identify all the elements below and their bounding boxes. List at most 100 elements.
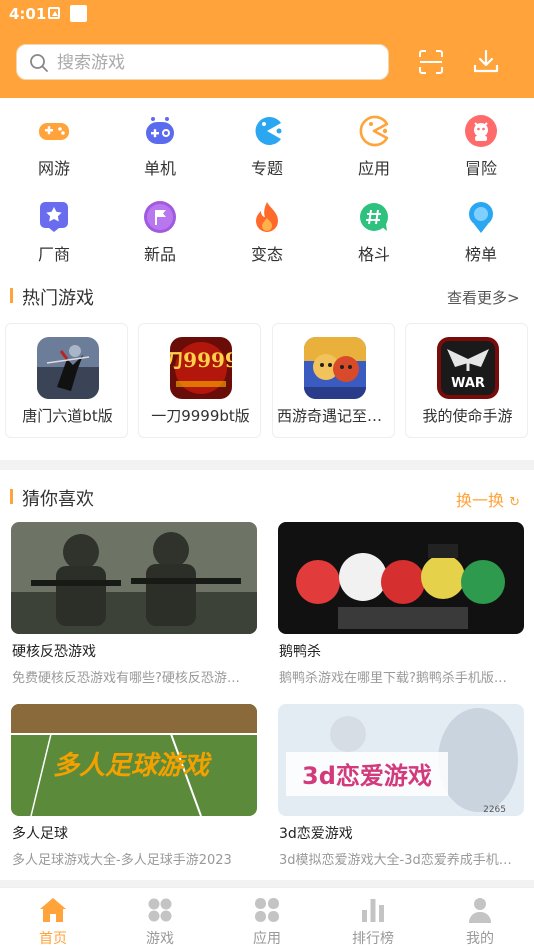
view-more-link[interactable]: 查看更多> — [447, 287, 520, 308]
flag-icon — [144, 201, 176, 233]
recommend-title: 多人足球 — [12, 826, 68, 842]
category-fighting[interactable]: 格斗 — [333, 200, 413, 276]
section-title-text: 热门游戏 — [22, 288, 94, 309]
pacman-outline-icon — [359, 115, 389, 147]
apps-grid-icon — [255, 898, 279, 922]
game-icon — [37, 337, 99, 399]
nav-games[interactable]: 游戏 — [107, 888, 213, 949]
nav-label: 游戏 — [146, 931, 174, 947]
category-standalone[interactable]: 单机 — [119, 114, 199, 190]
recommend-card[interactable]: 硬核反恐游戏 免费硬核反恐游戏有哪些?硬核反恐游戏大全 — [11, 522, 257, 687]
game-name: 我的使命手游 — [422, 407, 513, 425]
character-icon — [465, 115, 497, 147]
section-title-text: 猜你喜欢 — [22, 489, 94, 510]
game-icon: 刀9999 — [170, 337, 232, 399]
thumbnail-image — [278, 522, 524, 634]
recommend-desc: 免费硬核反恐游戏有哪些?硬核反恐游戏大全 — [12, 671, 252, 686]
category-label: 冒险 — [464, 159, 497, 178]
nav-label: 我的 — [466, 931, 494, 947]
game-icon — [304, 337, 366, 399]
thumbnail-caption: 3d恋爱游戏 — [302, 762, 432, 790]
controller-icon — [146, 117, 174, 144]
game-icon: WAR — [437, 337, 499, 399]
bar-chart-icon — [362, 899, 384, 922]
category-apps[interactable]: 应用 — [333, 114, 413, 190]
game-card[interactable]: WAR 我的使命手游 — [405, 323, 528, 438]
category-label: 单机 — [143, 159, 176, 178]
recommend-title: 鹅鸭杀 — [279, 644, 321, 660]
category-rankings[interactable]: 榜单 — [440, 200, 520, 276]
search-input[interactable] — [57, 49, 377, 77]
category-modded[interactable]: 变态 — [226, 200, 306, 276]
game-name: 西游奇遇记至尊版 — [277, 407, 392, 425]
game-badge: 刀9999 — [170, 348, 232, 372]
section-title-recommend: 猜你喜欢 — [10, 485, 210, 510]
flame-icon — [256, 202, 278, 232]
game-card[interactable]: 西游奇遇记至尊版 — [272, 323, 395, 438]
game-name: 一刀9999bt版 — [151, 407, 250, 425]
recommend-title: 硬核反恐游戏 — [12, 644, 96, 660]
recommend-card[interactable]: 3d恋爱游戏 2265 3d恋爱游戏 3d模拟恋爱游戏大全-3d恋爱养成手机游戏 — [278, 704, 524, 869]
search-icon — [30, 54, 48, 72]
game-badge: WAR — [451, 376, 485, 391]
user-icon — [469, 898, 491, 923]
app-header: 4:01 — [0, 0, 534, 98]
status-time: 4:01 — [9, 5, 47, 23]
scan-icon[interactable] — [417, 48, 445, 76]
category-label: 榜单 — [464, 245, 497, 264]
category-label: 新品 — [143, 245, 176, 264]
headset-icon — [469, 202, 493, 233]
recommend-desc: 鹅鸭杀游戏在哪里下载?鹅鸭杀手机版下载 — [279, 671, 519, 686]
category-adventure[interactable]: 冒险 — [440, 114, 520, 190]
nav-apps[interactable]: 应用 — [214, 888, 320, 949]
app-notification-icon — [70, 5, 87, 22]
home-icon — [40, 898, 66, 922]
category-label: 应用 — [357, 159, 390, 178]
games-grid-icon — [148, 898, 172, 922]
section-accent-bar — [10, 489, 13, 504]
recommend-card[interactable]: 多人足球游戏 多人足球 多人足球游戏大全-多人足球手游2023 — [11, 704, 257, 869]
nav-home[interactable]: 首页 — [0, 888, 106, 949]
category-online[interactable]: 网游 — [13, 114, 93, 190]
search-box[interactable] — [16, 44, 389, 80]
category-label: 厂商 — [37, 245, 70, 264]
section-divider — [0, 880, 534, 887]
nav-label: 首页 — [39, 931, 67, 947]
refresh-button[interactable]: 换一换 ↻ — [456, 487, 520, 511]
pacman-icon — [255, 117, 282, 145]
star-badge-icon — [40, 202, 68, 232]
refresh-icon: ↻ — [509, 495, 521, 510]
notification-icon — [48, 7, 60, 19]
game-name: 唐门六道bt版 — [22, 407, 113, 425]
category-label: 专题 — [250, 159, 283, 178]
hash-bubble-icon — [360, 203, 388, 231]
section-accent-bar — [10, 288, 13, 303]
recommend-desc: 多人足球游戏大全-多人足球手游2023 — [12, 853, 232, 868]
nav-label: 应用 — [253, 931, 281, 947]
recommend-card[interactable]: 鹅鸭杀 鹅鸭杀游戏在哪里下载?鹅鸭杀手机版下载 — [278, 522, 524, 687]
recommend-title: 3d恋爱游戏 — [279, 826, 353, 842]
thumbnail-image: 多人足球游戏 — [11, 704, 257, 816]
status-bar: 4:01 — [0, 0, 534, 28]
thumbnail-image — [11, 522, 257, 634]
category-topics[interactable]: 专题 — [226, 114, 306, 190]
category-new[interactable]: 新品 — [119, 200, 199, 276]
thumbnail-caption: 多人足球游戏 — [53, 751, 212, 781]
category-label: 网游 — [37, 159, 70, 178]
watermark-text: 2265 — [483, 805, 506, 815]
category-label: 格斗 — [357, 245, 390, 264]
refresh-label: 换一换 — [456, 491, 505, 510]
game-card[interactable]: 唐门六道bt版 — [5, 323, 128, 438]
section-divider — [0, 460, 534, 470]
recommend-desc: 3d模拟恋爱游戏大全-3d恋爱养成手机游戏 — [279, 853, 519, 868]
bottom-nav: 首页 游戏 应用 排行榜 我的 — [0, 887, 534, 949]
nav-label: 排行榜 — [352, 931, 394, 947]
nav-rankings[interactable]: 排行榜 — [320, 888, 426, 949]
section-title-hot: 热门游戏 — [10, 284, 210, 309]
category-label: 变态 — [250, 245, 283, 264]
thumbnail-image: 3d恋爱游戏 2265 — [278, 704, 524, 816]
category-vendors[interactable]: 厂商 — [13, 200, 93, 276]
download-icon[interactable] — [472, 48, 500, 76]
nav-profile[interactable]: 我的 — [427, 888, 533, 949]
game-card[interactable]: 刀9999 一刀9999bt版 — [138, 323, 261, 438]
